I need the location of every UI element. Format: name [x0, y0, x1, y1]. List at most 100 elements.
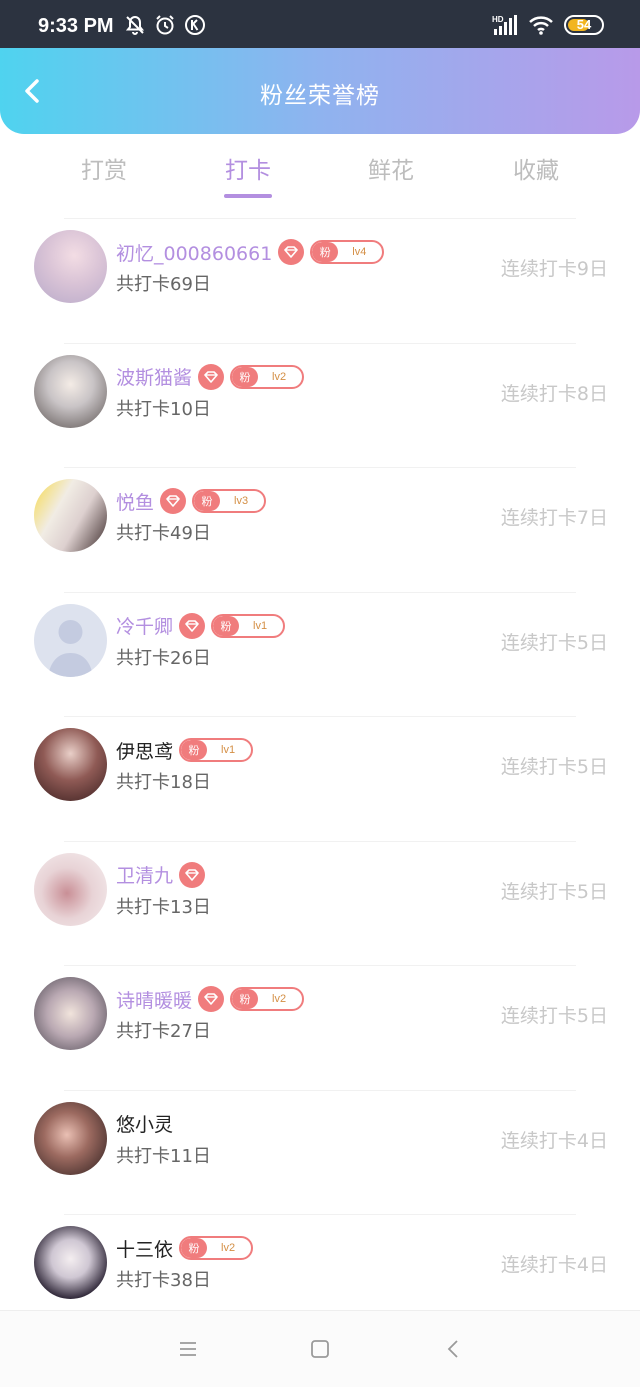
avatar[interactable] — [34, 1226, 107, 1299]
total-checkins: 共打卡27日 — [116, 1021, 211, 1042]
fan-row[interactable]: 波斯猫酱 粉 lv2 共打卡10日 连续打卡8日 — [0, 342, 640, 468]
alarm-clock-icon — [156, 15, 174, 35]
mute-bell-icon — [125, 15, 145, 35]
fan-row[interactable]: 冷千卿 粉 lv1 共打卡26日 连续打卡5日 — [0, 591, 640, 717]
avatar[interactable] — [34, 354, 107, 428]
fan-name: 卫清九 — [116, 865, 174, 887]
divider — [64, 1214, 576, 1215]
fan-name: 悦鱼 — [116, 491, 155, 514]
page-title: 粉丝荣誉榜 — [260, 83, 380, 109]
vip-gem-icon — [179, 612, 206, 639]
tab-reward[interactable]: 打赏 — [34, 151, 174, 185]
checkin-streak: 连续打卡4日 — [500, 1254, 608, 1276]
divider — [64, 965, 576, 966]
avatar[interactable] — [34, 479, 107, 552]
avatar[interactable] — [34, 1101, 107, 1175]
avatar[interactable] — [34, 728, 107, 801]
fan-badge-label: 粉 — [232, 989, 259, 1009]
back-arrow-icon — [447, 1340, 458, 1358]
fan-level-badge: 粉 lv1 — [179, 738, 254, 762]
checkin-streak: 连续打卡5日 — [500, 756, 608, 778]
tab-bar: 打赏 打卡 鲜花 收藏 — [0, 134, 640, 204]
status-bar: 9:33 PM HD 54 — [0, 0, 640, 48]
fan-badge-label: 粉 — [232, 366, 259, 387]
avatar[interactable] — [34, 603, 107, 677]
divider — [64, 1089, 576, 1091]
checkin-streak: 连续打卡9日 — [500, 258, 608, 280]
fan-name: 十三依 — [116, 1238, 174, 1261]
wifi-icon — [529, 16, 553, 35]
vip-gem-icon — [278, 239, 305, 265]
total-checkins: 共打卡10日 — [116, 398, 211, 420]
fan-row[interactable]: 悠小灵 共打卡11日 连续打卡4日 — [0, 1089, 640, 1215]
fan-level-badge: 粉 lv2 — [230, 364, 305, 389]
fan-level: lv1 — [221, 744, 236, 756]
vip-gem-icon — [179, 861, 206, 888]
fan-badge-label: 粉 — [194, 491, 221, 511]
fan-level: lv3 — [234, 495, 249, 507]
svg-text:HD: HD — [492, 15, 504, 24]
fan-row[interactable]: 悦鱼 粉 lv3 共打卡49日 连续打卡7日 — [0, 467, 640, 592]
total-checkins: 共打卡18日 — [116, 772, 211, 793]
k-app-icon — [185, 15, 205, 35]
fan-name: 初忆_000860661 — [116, 242, 273, 265]
avatar[interactable] — [34, 977, 107, 1050]
menu-button[interactable] — [176, 1337, 200, 1361]
total-checkins: 共打卡49日 — [116, 523, 211, 544]
divider — [64, 218, 576, 219]
vip-gem-icon — [160, 488, 187, 514]
fan-level-badge: 粉 lv4 — [310, 240, 385, 264]
fan-name: 伊思鸢 — [116, 740, 174, 763]
system-back-button[interactable] — [442, 1337, 466, 1361]
checkin-streak: 连续打卡5日 — [500, 1005, 608, 1027]
status-icons-left — [124, 14, 206, 36]
status-icons-right: HD 54 — [492, 14, 604, 36]
fan-level: lv2 — [272, 370, 287, 383]
avatar[interactable] — [34, 230, 107, 303]
fan-row[interactable]: 诗晴暖暖 粉 lv2 共打卡27日 连续打卡5日 — [0, 965, 640, 1090]
checkin-streak: 连续打卡8日 — [500, 382, 608, 405]
fan-level-badge: 粉 lv1 — [211, 613, 286, 638]
checkin-streak: 连续打卡4日 — [500, 1129, 608, 1152]
battery-level: 54 — [576, 17, 592, 32]
fan-row[interactable]: 初忆_000860661 粉 lv4 共打卡69日 连续打卡9日 — [0, 218, 640, 343]
total-checkins: 共打卡26日 — [116, 647, 211, 669]
fan-name: 悠小灵 — [116, 1114, 174, 1136]
tab-checkin[interactable]: 打卡 — [178, 151, 318, 185]
menu-icon — [180, 1342, 196, 1356]
fan-level: lv2 — [272, 993, 287, 1005]
checkin-streak: 连续打卡7日 — [500, 507, 608, 529]
fan-row[interactable]: 卫清九 共打卡13日 连续打卡5日 — [0, 840, 640, 966]
home-button[interactable] — [308, 1337, 332, 1361]
fan-name: 冷千卿 — [116, 616, 174, 638]
total-checkins: 共打卡38日 — [116, 1270, 211, 1291]
status-time: 9:33 PM — [38, 15, 114, 37]
fan-level: lv4 — [352, 246, 367, 258]
fan-level-badge: 粉 lv2 — [230, 987, 305, 1011]
fan-badge-label: 粉 — [181, 740, 208, 760]
divider — [64, 342, 576, 344]
fan-level: lv2 — [221, 1242, 236, 1254]
total-checkins: 共打卡11日 — [116, 1145, 211, 1167]
total-checkins: 共打卡13日 — [116, 896, 211, 918]
default-avatar-icon — [48, 619, 93, 677]
vip-gem-icon — [198, 986, 225, 1012]
system-nav-bar — [0, 1310, 640, 1387]
avatar[interactable] — [34, 852, 107, 926]
fan-name: 诗晴暖暖 — [116, 989, 193, 1012]
fan-level-badge: 粉 lv3 — [192, 489, 267, 513]
fan-row[interactable]: 伊思鸢 粉 lv1 共打卡18日 连续打卡5日 — [0, 716, 640, 841]
divider — [64, 840, 576, 842]
divider — [64, 467, 576, 468]
fan-level-badge: 粉 lv2 — [179, 1236, 254, 1260]
checkin-streak: 连续打卡5日 — [500, 880, 608, 903]
tab-favorites[interactable]: 收藏 — [466, 151, 606, 185]
vip-gem-icon — [198, 363, 225, 390]
checkin-streak: 连续打卡5日 — [500, 631, 608, 654]
home-square-icon — [311, 1340, 329, 1358]
fan-level: lv1 — [253, 619, 268, 632]
total-checkins: 共打卡69日 — [116, 274, 211, 295]
tab-flowers[interactable]: 鲜花 — [321, 151, 461, 185]
fan-badge-label: 粉 — [181, 1238, 208, 1258]
fan-badge-label: 粉 — [213, 615, 240, 636]
